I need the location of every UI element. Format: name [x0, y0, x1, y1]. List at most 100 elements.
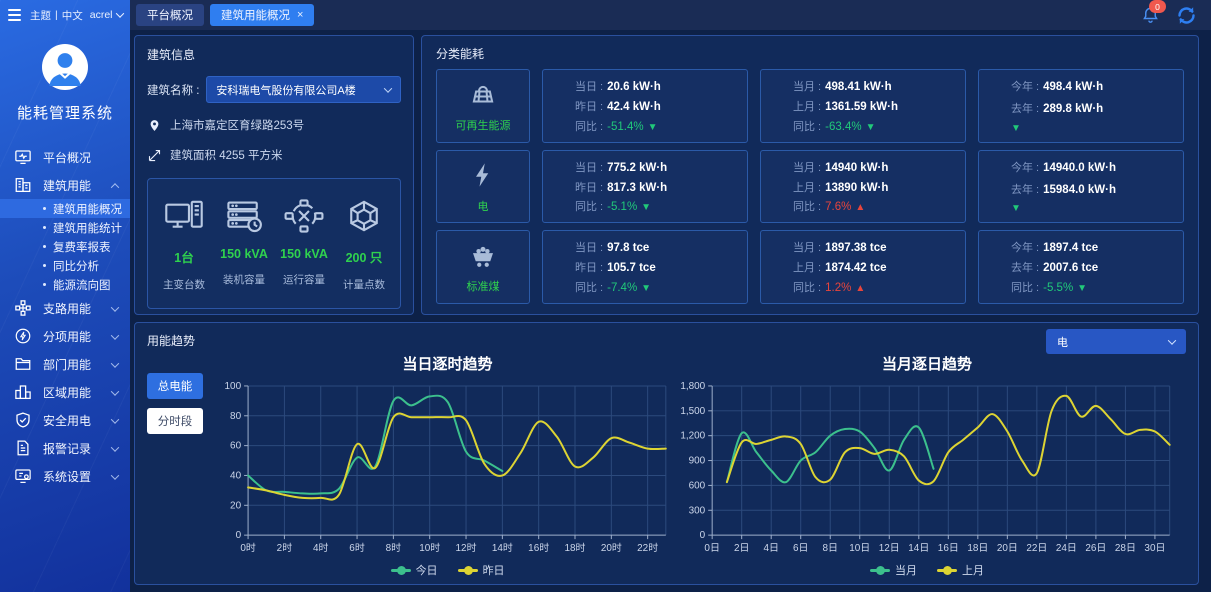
chevron-down-icon — [112, 301, 118, 315]
close-icon[interactable]: × — [297, 10, 303, 21]
tab-building-energy-overview[interactable]: 建筑用能概况 × — [210, 4, 314, 26]
time-period-button[interactable]: 分时段 — [147, 408, 203, 434]
svg-text:60: 60 — [230, 441, 242, 452]
sidebar-subitem-1-3[interactable]: 同比分析 — [0, 256, 130, 275]
line-value: 498.4 kW·h — [1043, 81, 1103, 93]
daily-trend-chart: 03006009001,2001,5001,8000日2日4日6日8日10日12… — [667, 376, 1187, 561]
energy-type-select[interactable]: 电 — [1046, 329, 1186, 354]
svg-text:600: 600 — [689, 480, 706, 491]
energy-card-line: 今年 : 498.4 kW·h — [1011, 78, 1173, 94]
report-icon — [13, 439, 32, 457]
line-value: 1874.42 tce — [825, 262, 886, 274]
sidebar-subitem-1-2[interactable]: 复费率报表 — [0, 237, 130, 256]
chevron-down-icon — [112, 413, 118, 427]
sidebar-item-8[interactable]: 系统设置 — [0, 462, 130, 490]
user-menu[interactable]: acrel — [90, 9, 123, 21]
building-name-select[interactable]: 安科瑞电气股份有限公司A楼 — [206, 76, 401, 103]
refresh-button[interactable] — [1175, 4, 1197, 26]
sidebar-item-6[interactable]: 安全用电 — [0, 406, 130, 434]
line-label: 同比 : — [575, 198, 603, 214]
line-label: 当日 : — [575, 159, 603, 175]
bullet-icon — [43, 283, 46, 286]
svg-text:18日: 18日 — [967, 543, 988, 554]
sidebar-subitem-label: 能源流向图 — [53, 277, 111, 293]
sidebar-item-label: 支路用能 — [43, 300, 101, 317]
installed-capacity-icon — [214, 199, 274, 233]
line-value: 1897.4 tce — [1043, 242, 1098, 254]
sidebar-subitem-1-0[interactable]: 建筑用能概况 — [0, 199, 130, 218]
daily-chart-box: 当月逐日趋势 03006009001,2001,5001,8000日2日4日6日… — [668, 351, 1186, 578]
legend-item-上月[interactable]: 上月 — [937, 562, 984, 578]
energy-category-label: 标准煤 — [467, 278, 500, 294]
energy-card-line: 当月 : 14940 kW·h — [793, 159, 955, 175]
legend-item-当月[interactable]: 当月 — [870, 562, 917, 578]
sidebar-item-5[interactable]: 区域用能 — [0, 378, 130, 406]
sidebar: 主题 | 中文 acrel 能耗管理系统 平台概况建筑用能建筑用能概况建筑用能统… — [0, 0, 130, 592]
sidebar-item-1[interactable]: 建筑用能 — [0, 171, 130, 199]
line-value: 13890 kW·h — [825, 182, 888, 194]
app-root: 主题 | 中文 acrel 能耗管理系统 平台概况建筑用能建筑用能概况建筑用能统… — [0, 0, 1211, 592]
folder-icon — [13, 355, 32, 373]
energy-card-line: 同比 : -51.4%▼ — [575, 118, 737, 134]
svg-text:28日: 28日 — [1115, 543, 1136, 554]
legend-item-昨日[interactable]: 昨日 — [458, 562, 505, 578]
energy-card-line: 去年 : 15984.0 kW·h — [1011, 181, 1173, 197]
sidebar-subitem-1-1[interactable]: 建筑用能统计 — [0, 218, 130, 237]
content: 建筑信息 建筑名称 : 安科瑞电气股份有限公司A楼 上海市嘉定区育绿路253号 — [130, 30, 1211, 592]
svg-text:8时: 8时 — [385, 542, 401, 554]
svg-text:2时: 2时 — [276, 542, 292, 554]
energy-trend-panel: 用能趋势 电 总电能 分时段 当日逐时趋势 0204060801000时2时4时… — [134, 322, 1199, 585]
line-label: 同比 : — [793, 279, 821, 295]
line-value: 105.7 tce — [607, 262, 656, 274]
energy-card-2-0: 当日 : 97.8 tce昨日 : 105.7 tce同比 : -7.4%▼ — [542, 230, 748, 304]
energy-card-line: 去年 : 2007.6 tce — [1011, 259, 1173, 275]
energy-type-value: 电 — [1057, 334, 1068, 350]
transformer-icon — [154, 199, 214, 233]
sidebar-menu: 平台概况建筑用能建筑用能概况建筑用能统计复费率报表同比分析能源流向图支路用能分项… — [0, 143, 130, 490]
energy-card-1-1: 当月 : 14940 kW·h上月 : 13890 kW·h同比 : 7.6%▲ — [760, 150, 966, 224]
energy-card-line: 当日 : 775.2 kW·h — [575, 159, 737, 175]
energy-card-line: 同比 : 7.6%▲ — [793, 198, 955, 214]
sidebar-item-2[interactable]: 支路用能 — [0, 294, 130, 322]
sidebar-subitem-label: 复费率报表 — [53, 239, 111, 255]
legend-marker — [391, 569, 411, 572]
energy-row-0: 可再生能源当日 : 20.6 kW·h昨日 : 42.4 kW·h同比 : -5… — [436, 69, 1184, 143]
language-toggle[interactable]: 中文 — [62, 8, 83, 23]
sidebar-item-3[interactable]: 分项用能 — [0, 322, 130, 350]
stat-label: 装机容量 — [214, 272, 274, 287]
notifications-button[interactable]: 0 — [1139, 4, 1161, 26]
line-label: 当月 : — [793, 159, 821, 175]
daily-chart-legend: 当月 上月 — [870, 562, 984, 578]
line-label: 同比 : — [575, 279, 603, 295]
energy-card-0-0: 当日 : 20.6 kW·h昨日 : 42.4 kW·h同比 : -51.4%▼ — [542, 69, 748, 143]
sidebar-item-4[interactable]: 部门用能 — [0, 350, 130, 378]
energy-card-line: 今年 : 14940.0 kW·h — [1011, 159, 1173, 175]
stat-label: 计量点数 — [334, 277, 394, 292]
sidebar-item-7[interactable]: 报警记录 — [0, 434, 130, 462]
line-label: 去年 : — [1011, 259, 1039, 275]
trend-down-icon: ▼ — [641, 202, 651, 213]
tab-platform-overview[interactable]: 平台概况 — [136, 4, 204, 26]
sidebar-subitem-1-4[interactable]: 能源流向图 — [0, 275, 130, 294]
line-value: 2007.6 tce — [1043, 262, 1098, 274]
svg-text:10日: 10日 — [849, 543, 870, 554]
sidebar-item-0[interactable]: 平台概况 — [0, 143, 130, 171]
line-value: -5.5% — [1043, 282, 1073, 294]
coal-icon — [467, 240, 499, 275]
legend-label: 今日 — [416, 562, 438, 578]
trend-up-icon: ▲ — [855, 283, 865, 294]
energy-card-line: ▼ — [1011, 123, 1173, 134]
stat-label: 主变台数 — [154, 277, 214, 292]
svg-text:80: 80 — [230, 411, 242, 422]
trend-down-icon: ▼ — [866, 122, 876, 133]
hamburger-menu-icon[interactable] — [6, 7, 23, 23]
theme-toggle[interactable]: 主题 — [30, 8, 51, 23]
trend-down-icon: ▼ — [648, 122, 658, 133]
building-address: 上海市嘉定区育绿路253号 — [170, 117, 304, 133]
energy-card-line: 当月 : 1897.38 tce — [793, 239, 955, 255]
line-label: 当日 : — [575, 78, 603, 94]
svg-text:6时: 6时 — [349, 542, 365, 554]
energy-card-line: ▼ — [1011, 203, 1173, 214]
legend-item-今日[interactable]: 今日 — [391, 562, 438, 578]
total-energy-button[interactable]: 总电能 — [147, 373, 203, 399]
